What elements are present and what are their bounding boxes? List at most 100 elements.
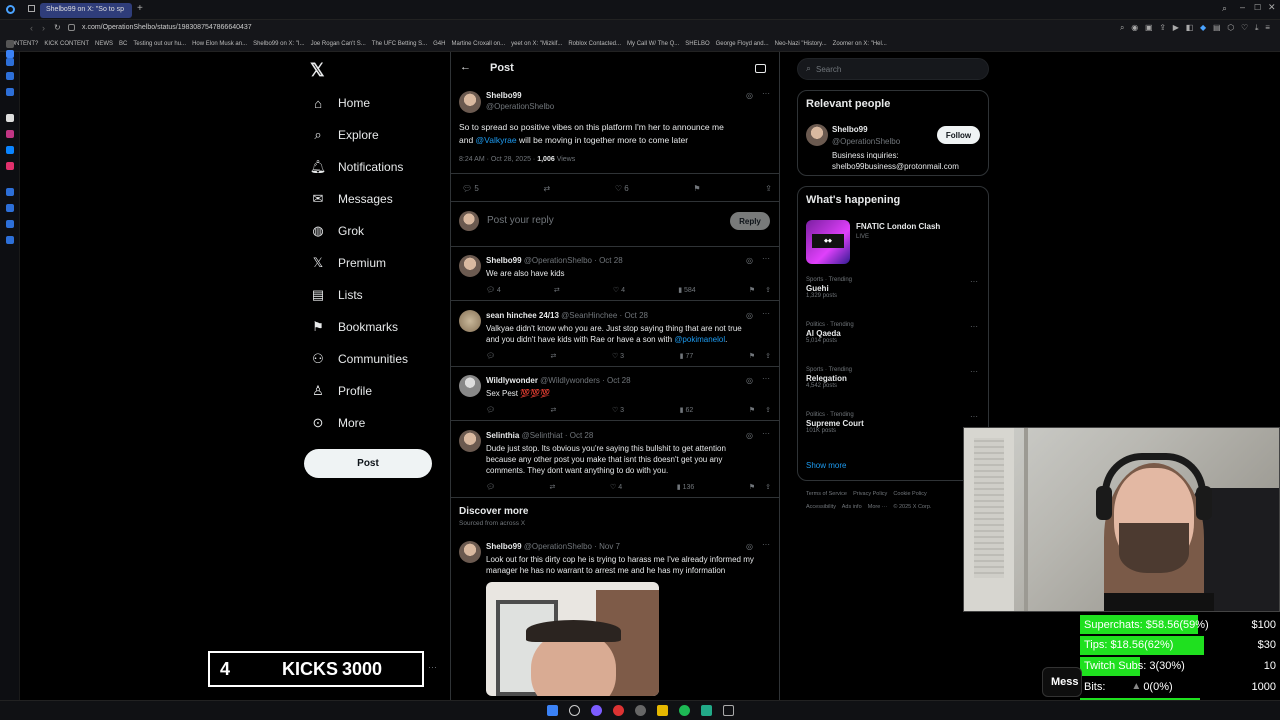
bookmark-item[interactable]: My Call W/ The Q...: [627, 41, 679, 47]
sidebar-app-icon[interactable]: [6, 130, 14, 138]
avatar[interactable]: [806, 124, 828, 146]
menu-icon[interactable]: ≡: [1265, 23, 1270, 34]
post-button[interactable]: Post: [304, 449, 432, 478]
search-input[interactable]: Search: [816, 65, 841, 74]
share-icon[interactable]: ⇪: [765, 287, 771, 294]
bookmark-icon[interactable]: ⚑: [749, 287, 757, 294]
sidebar-app-icon[interactable]: [6, 72, 14, 80]
bookmark-icon[interactable]: ⚑: [749, 353, 757, 360]
spotify-icon[interactable]: [679, 705, 690, 716]
more-options-icon[interactable]: ···: [970, 322, 978, 331]
app-icon[interactable]: [701, 705, 712, 716]
repost-icon[interactable]: ⇄: [550, 483, 556, 493]
grok-icon[interactable]: ◎: [746, 376, 753, 385]
grok-icon[interactable]: ◎: [746, 256, 753, 265]
url-field[interactable]: x.com/OperationShelbo/status/19830875478…: [82, 24, 252, 31]
share-icon[interactable]: ⇪: [765, 407, 771, 414]
more-options-icon[interactable]: ···: [428, 662, 437, 672]
bookmark-icon[interactable]: ⚑: [749, 484, 757, 491]
app-icon[interactable]: [723, 705, 734, 716]
trend-item[interactable]: Politics · Trending Supreme Court 101K pos…: [806, 412, 984, 434]
more-options-icon[interactable]: ···: [762, 89, 770, 98]
sidebar-home-icon[interactable]: [6, 40, 14, 48]
bookmark-item[interactable]: Martine Croxall on...: [451, 41, 505, 47]
avatar[interactable]: [459, 430, 481, 452]
sidebar-app-icon[interactable]: [6, 204, 14, 212]
share-icon[interactable]: ⇪: [765, 184, 772, 193]
author-name[interactable]: Shelbo99: [486, 91, 522, 100]
bookmark-item[interactable]: Roblox Contacted...: [568, 41, 621, 47]
opera-icon[interactable]: [613, 705, 624, 716]
sidebar-app-icon[interactable]: [6, 188, 14, 196]
trend-item[interactable]: Sports · Trending Guehi 1,329 posts ···: [806, 277, 984, 299]
sidebar-app-icon[interactable]: [6, 88, 14, 96]
like-icon[interactable]: ♡ 4: [610, 483, 622, 493]
mention-link[interactable]: @pokimanelol: [674, 335, 725, 344]
grok-icon[interactable]: ◎: [746, 431, 753, 440]
sidebar-item-grok[interactable]: ◍ Grok: [310, 219, 364, 243]
bookmark-item[interactable]: BC: [119, 41, 127, 47]
extension-icon[interactable]: ◧: [1186, 23, 1194, 34]
reply-input[interactable]: Post your reply: [487, 215, 554, 226]
more-options-icon[interactable]: ···: [762, 254, 770, 263]
like-icon[interactable]: ♡ 6: [615, 184, 629, 193]
more-options-icon[interactable]: ···: [762, 540, 770, 549]
author-name[interactable]: Shelbo99: [486, 256, 522, 265]
folder-icon[interactable]: [657, 705, 668, 716]
download-icon[interactable]: ⤓: [1255, 23, 1259, 34]
back-arrow-icon[interactable]: ←: [460, 61, 471, 73]
repost-icon[interactable]: ⇄: [554, 286, 560, 296]
reply-icon[interactable]: 💬︎ 5: [462, 184, 479, 193]
views-icon[interactable]: ▮ 62: [680, 406, 694, 416]
author-name[interactable]: Wildlywonder: [486, 376, 538, 385]
footer-links[interactable]: Accessibility Ads info More ··· © 2025 X…: [806, 504, 931, 510]
bookmark-item[interactable]: Zoomer on X: "Hel...: [833, 41, 887, 47]
minimize-icon[interactable]: –: [1240, 2, 1245, 12]
author-name[interactable]: Shelbo99: [486, 542, 522, 551]
reload-icon[interactable]: ↻: [54, 23, 61, 32]
show-more-link[interactable]: Show more: [806, 461, 846, 470]
event-title[interactable]: FNATIC London Clash: [856, 222, 940, 231]
x-logo-icon[interactable]: 𝕏: [310, 60, 325, 81]
instagram-icon[interactable]: [6, 162, 14, 170]
sidebar-item-messages[interactable]: ✉ Messages: [310, 187, 393, 211]
repost-icon[interactable]: ⇄: [550, 352, 556, 362]
sidebar-item-more[interactable]: ⊙ More: [310, 411, 366, 435]
avatar[interactable]: [459, 541, 481, 563]
app-icon[interactable]: [591, 705, 602, 716]
messenger-icon[interactable]: [6, 146, 14, 154]
mention-link[interactable]: @Valkyrae: [476, 135, 517, 145]
search-icon[interactable]: [569, 705, 580, 716]
bookmark-item[interactable]: Shelbo99 on X: "I...: [253, 41, 305, 47]
sidebar-item-lists[interactable]: ▤ Lists: [310, 283, 363, 307]
sidebar-item-bookmarks[interactable]: ⚑ Bookmarks: [310, 315, 398, 339]
more-options-icon[interactable]: ···: [970, 277, 978, 286]
heart-icon[interactable]: ♡: [1241, 23, 1248, 34]
reader-view-icon[interactable]: [755, 64, 766, 73]
more-options-icon[interactable]: ···: [970, 367, 978, 376]
search-box[interactable]: ⌕ Search: [797, 58, 989, 80]
avatar[interactable]: [459, 375, 481, 397]
bookmark-item[interactable]: Testing out our hu...: [133, 41, 186, 47]
sidebar-item-profile[interactable]: ♙ Profile: [310, 379, 372, 403]
footer-links[interactable]: Terms of Service Privacy Policy Cookie P…: [806, 491, 927, 497]
tab-list-icon[interactable]: [28, 5, 35, 12]
bookmark-item[interactable]: SHELBO: [685, 41, 709, 47]
like-icon[interactable]: ♡ 3: [612, 352, 624, 362]
share-icon[interactable]: ⇪: [1159, 23, 1166, 34]
reply-icon[interactable]: 💬︎: [486, 483, 495, 493]
back-icon[interactable]: ‹: [30, 23, 33, 33]
bookmark-item[interactable]: G4H: [433, 41, 445, 47]
sidebar-item-home[interactable]: ⌂ Home: [310, 91, 370, 115]
forward-icon[interactable]: ›: [42, 23, 45, 33]
wallet-icon[interactable]: ▤: [1213, 23, 1221, 34]
maximize-icon[interactable]: ☐: [1254, 3, 1261, 12]
share-icon[interactable]: ⇪: [765, 484, 771, 491]
sidebar-app-icon[interactable]: [6, 50, 14, 58]
bookmark-item[interactable]: How Elon Musk an...: [192, 41, 247, 47]
search-tabs-icon[interactable]: ⌕: [1222, 3, 1227, 14]
obs-icon[interactable]: [635, 705, 646, 716]
bookmark-item[interactable]: yeet on X: "Mizkif...: [511, 41, 562, 47]
repost-icon[interactable]: ⇄: [544, 184, 551, 193]
shield-icon[interactable]: ◆: [1200, 23, 1206, 34]
